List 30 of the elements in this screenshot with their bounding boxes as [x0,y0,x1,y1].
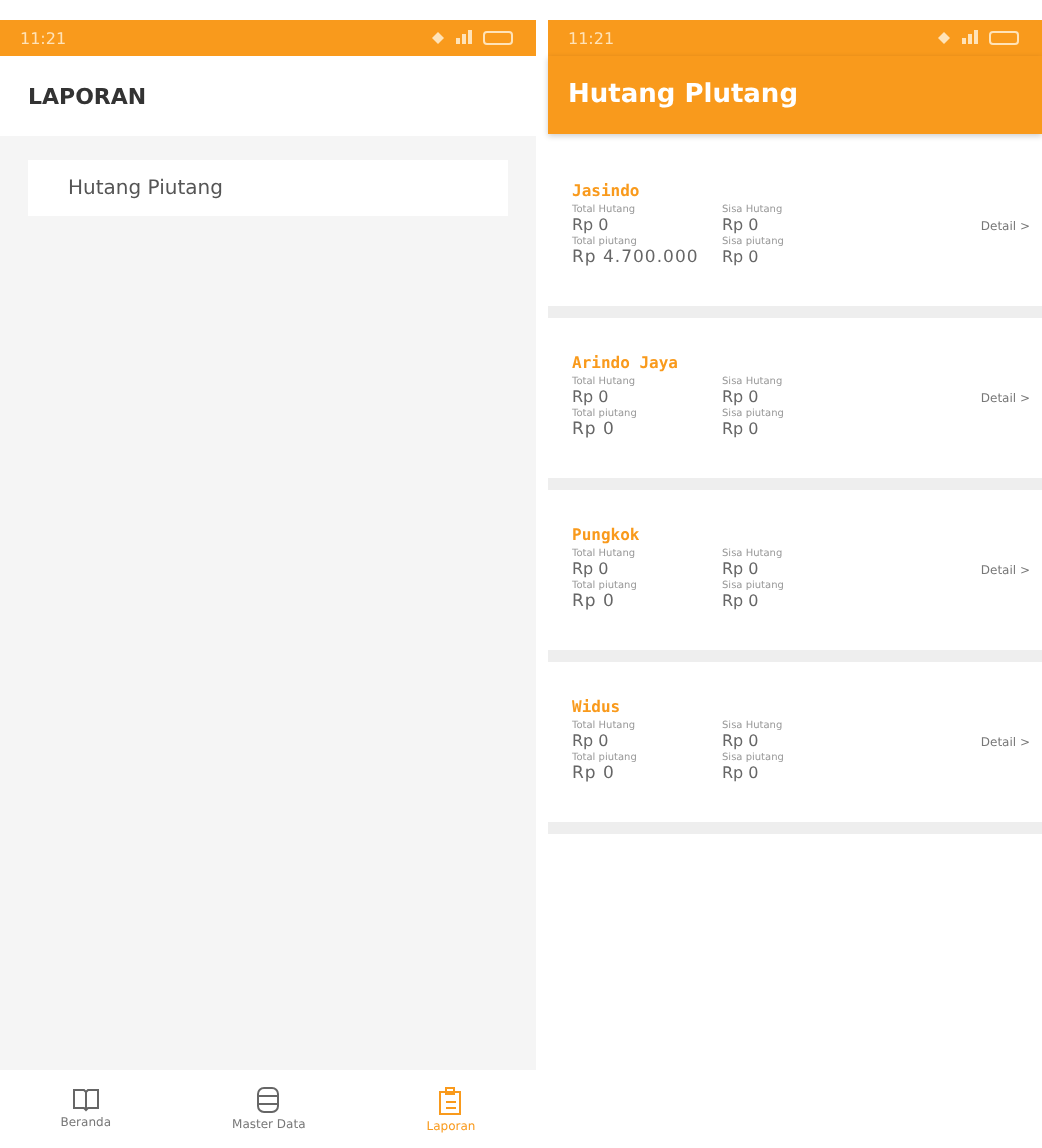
field-value: Rp 0 [572,216,611,234]
status-time: 11:21 [568,29,615,47]
clipboard-icon [438,1085,463,1115]
field-value: Rp 0 [722,592,761,612]
account-name: Widus [572,698,623,716]
account-name: Jasindo [572,182,642,200]
account-name: Arindo Jaya [572,354,680,372]
field-value: Rp 0 [572,764,617,784]
screen-title: LAPORAN [28,83,147,109]
field-value: Rp 0 [722,248,761,268]
field-value: Rp 0 [572,732,611,750]
field-value: Rp 0 [722,560,761,578]
account-name: Pungkok [572,526,642,544]
field-value: Rp 0 [722,420,761,440]
status-time: 11:21 [20,29,67,47]
menu-item[interactable]: Hutang Piutang [28,160,508,216]
book-icon [71,1088,100,1112]
field-value: Rp 0 [572,560,611,578]
status-icons [934,30,1022,46]
field-value: Rp 4.700.000 [572,248,701,268]
field-value: Rp 0 [572,420,617,440]
database-icon [256,1086,281,1114]
field-value: Rp 0 [722,764,761,784]
status-icons [428,30,516,46]
field-value: Rp 0 [722,388,761,406]
field-value: Rp 0 [722,216,761,234]
field-value: Rp 0 [722,732,761,750]
screen-title: Hutang Plutang [568,80,798,110]
field-value: Rp 0 [572,388,611,406]
field-value: Rp 0 [572,592,617,612]
